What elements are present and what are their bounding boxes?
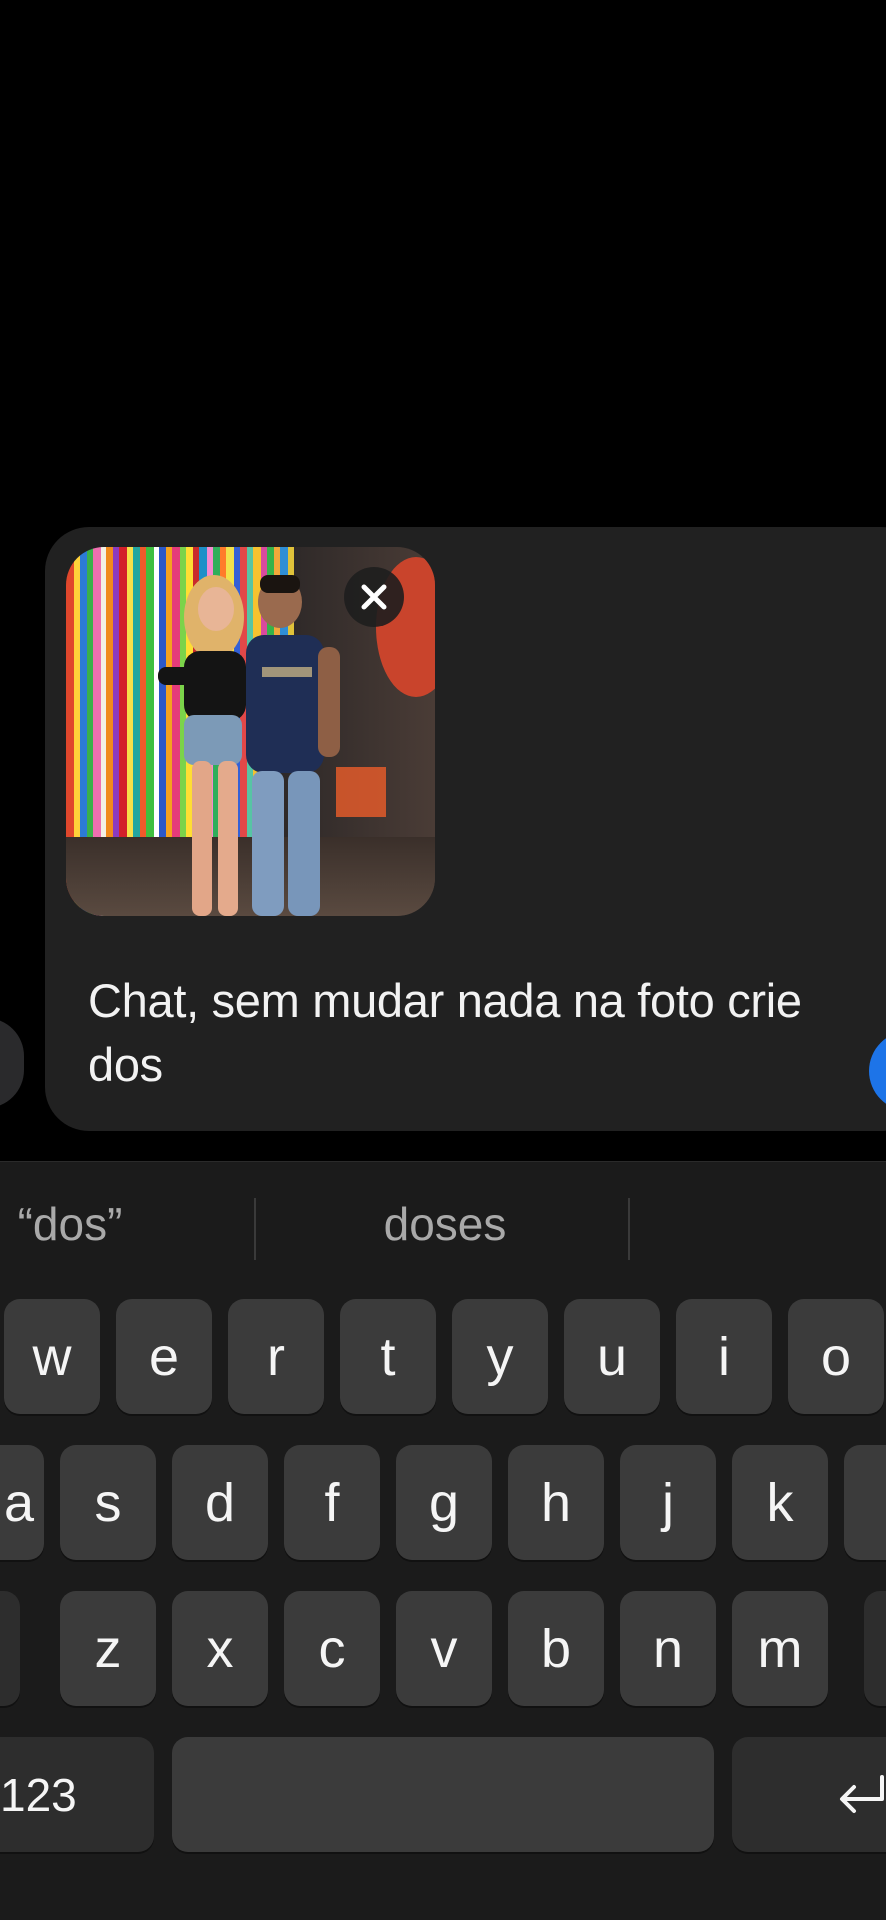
message-input[interactable]: Chat, sem mudar nada na foto crie dos xyxy=(88,969,848,1097)
key-j[interactable]: j xyxy=(620,1445,716,1560)
return-key[interactable] xyxy=(732,1737,886,1852)
key-k[interactable]: k xyxy=(732,1445,828,1560)
remove-image-button[interactable] xyxy=(344,567,404,627)
key-s[interactable]: s xyxy=(60,1445,156,1560)
key-d[interactable]: d xyxy=(172,1445,268,1560)
key-u[interactable]: u xyxy=(564,1299,660,1414)
screen: Chat, sem mudar nada na foto crie dos “d… xyxy=(0,0,886,1920)
key-r[interactable]: r xyxy=(228,1299,324,1414)
key-f[interactable]: f xyxy=(284,1445,380,1560)
key-o[interactable]: o xyxy=(788,1299,884,1414)
key-x[interactable]: x xyxy=(172,1591,268,1706)
space-key[interactable] xyxy=(172,1737,714,1852)
key-z[interactable]: z xyxy=(60,1591,156,1706)
key-n[interactable]: n xyxy=(620,1591,716,1706)
keyboard: “dos” doses w e r t y u i o a s d f g h … xyxy=(0,1161,886,1920)
key-i[interactable]: i xyxy=(676,1299,772,1414)
message-composer[interactable]: Chat, sem mudar nada na foto crie dos xyxy=(45,527,886,1131)
key-l-partial[interactable] xyxy=(844,1445,886,1560)
key-c[interactable]: c xyxy=(284,1591,380,1706)
send-button[interactable] xyxy=(869,1031,886,1111)
key-a[interactable]: a xyxy=(0,1445,44,1560)
key-e[interactable]: e xyxy=(116,1299,212,1414)
key-v[interactable]: v xyxy=(396,1591,492,1706)
close-icon xyxy=(361,584,387,610)
key-t[interactable]: t xyxy=(340,1299,436,1414)
numbers-key[interactable]: 123 xyxy=(0,1737,154,1852)
return-icon xyxy=(840,1774,884,1813)
attachment-button-partial[interactable] xyxy=(0,1018,24,1108)
key-h[interactable]: h xyxy=(508,1445,604,1560)
delete-key-partial[interactable] xyxy=(864,1591,886,1706)
suggestion-divider xyxy=(254,1198,256,1260)
key-b[interactable]: b xyxy=(508,1591,604,1706)
suggestion-quoted[interactable]: “dos” xyxy=(0,1194,140,1254)
suggestion-doses[interactable]: doses xyxy=(330,1194,560,1254)
shift-key-partial[interactable] xyxy=(0,1591,20,1706)
key-g[interactable]: g xyxy=(396,1445,492,1560)
key-y[interactable]: y xyxy=(452,1299,548,1414)
key-m[interactable]: m xyxy=(732,1591,828,1706)
key-w[interactable]: w xyxy=(4,1299,100,1414)
suggestion-divider xyxy=(628,1198,630,1260)
